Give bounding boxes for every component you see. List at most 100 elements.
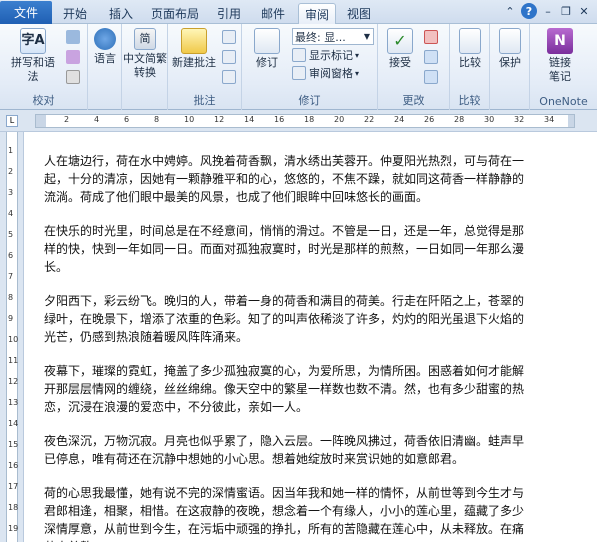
ruler-number: 28: [454, 115, 465, 124]
ruler-number: 6: [124, 115, 130, 124]
minimize-ribbon-icon[interactable]: ⌃: [502, 3, 518, 19]
close-icon[interactable]: ✕: [576, 3, 592, 19]
vertical-ruler-number: 9: [8, 314, 14, 323]
tab-file[interactable]: 文件: [0, 1, 52, 24]
ruler-number: 10: [184, 115, 195, 124]
vertical-ruler-number: 13: [8, 398, 19, 407]
text-line: 夜色深沉，万物沉寂。月亮也似乎累了，隐入云层。一阵晚风拂过，荷香依旧清幽。蛙声早: [44, 434, 525, 448]
vertical-ruler-number: 19: [8, 524, 19, 533]
text-line: 样的快，快到一年如同一日。而面对孤独寂寞时，时光是那样的煎熬，一日如同一年那么漫: [44, 242, 525, 256]
ruler-number: 4: [94, 115, 100, 124]
show-markup-icon: [292, 48, 306, 62]
chevron-down-icon: ▼: [363, 32, 370, 41]
text-line: 荷的心思我最懂，她有说不完的深情蜜语。因当年我和她一样的情怀，从前世等到今生才与: [44, 486, 525, 500]
track-changes-icon: [254, 28, 280, 54]
text-line: 绿叶，在晚景下，增添了浓重的色彩。知了的叫声依稀淡了许多，灼灼的阳光虽退下火焰的: [44, 312, 525, 326]
tab-references[interactable]: 引用: [212, 3, 246, 24]
tab-review[interactable]: 审阅: [298, 3, 336, 24]
help-icon[interactable]: ?: [521, 3, 537, 19]
display-for-review-value: 最终: 显...: [295, 30, 346, 44]
tab-page-layout[interactable]: 页面布局: [148, 3, 202, 24]
protect-button[interactable]: 保护: [492, 28, 528, 70]
word-count-icon[interactable]: [66, 70, 80, 84]
spelling-icon: 字A: [20, 28, 46, 54]
tab-home[interactable]: 开始: [58, 3, 92, 24]
protect-icon: [499, 28, 521, 54]
previous-change-icon[interactable]: [424, 50, 438, 64]
ruler-number: 30: [484, 115, 495, 124]
reject-icon[interactable]: [424, 30, 438, 44]
compare-button[interactable]: 比较: [452, 28, 488, 70]
paragraph: 夕阳西下，彩云纷飞。晚归的人，带着一身的荷香和满目的荷美。行走在阡陌之上，苍翠的…: [44, 292, 544, 346]
thesaurus-icon[interactable]: [66, 50, 80, 64]
horizontal-ruler-area: L 2 4 6 8 10 12 14 16 18 20 22 24 26 28 30 32 34: [0, 110, 597, 132]
paragraph: 夜色深沉，万物沉寂。月亮也似乎累了，隐入云层。一阵晚风拂过，荷香依旧清幽。蛙声早…: [44, 432, 544, 468]
ribbon-tab-bar: 文件 开始 插入 页面布局 引用 邮件 审阅 视图 ⌃ ? – ❐ ✕: [0, 0, 597, 24]
vertical-ruler-number: 15: [8, 440, 19, 449]
minimize-icon[interactable]: –: [540, 3, 556, 19]
next-change-icon[interactable]: [424, 70, 438, 84]
chinese-conversion-icon: 简: [134, 28, 156, 50]
language-button[interactable]: 语言: [90, 28, 120, 66]
accept-button[interactable]: ✓ 接受: [380, 28, 420, 70]
vertical-ruler-number: 11: [8, 356, 19, 365]
vertical-ruler-number: 6: [8, 251, 14, 260]
accept-label: 接受: [389, 56, 411, 69]
vertical-ruler-number: 3: [8, 188, 14, 197]
show-markup-button[interactable]: 显示标记 ▾: [292, 47, 359, 63]
research-icon[interactable]: [66, 30, 80, 44]
track-changes-label: 修订: [256, 56, 278, 69]
ruler-number: 2: [64, 115, 70, 124]
ruler-number: 12: [214, 115, 225, 124]
ruler-number: 22: [364, 115, 375, 124]
text-line: 夕阳西下，彩云纷飞。晚归的人，带着一身的荷香和满目的荷美。行走在阡陌之上，苍翠的: [44, 294, 525, 308]
horizontal-ruler[interactable]: 2 4 6 8 10 12 14 16 18 20 22 24 26 28 30 32 34: [35, 114, 575, 128]
text-line: 光芒，仍感到热浪随着暖风阵阵涌来。: [44, 330, 249, 344]
chinese-conversion-label-2: 转换: [134, 66, 156, 79]
ruler-number: 24: [394, 115, 405, 124]
tab-insert[interactable]: 插入: [104, 3, 138, 24]
previous-comment-icon[interactable]: [222, 50, 236, 64]
new-comment-button[interactable]: 新建批注: [170, 28, 218, 70]
linked-notes-button[interactable]: N 链接 笔记: [538, 28, 582, 84]
group-changes: ✓ 接受 更改: [378, 24, 450, 110]
tab-view[interactable]: 视图: [342, 3, 376, 24]
language-label: 语言: [94, 52, 116, 65]
track-changes-button[interactable]: 修订: [246, 28, 288, 70]
ruler-number: 16: [274, 115, 285, 124]
vertical-ruler-number: 14: [8, 419, 19, 428]
tab-mailings[interactable]: 邮件: [256, 3, 290, 24]
show-markup-label: 显示标记: [309, 49, 353, 62]
tab-selector-icon[interactable]: L: [6, 115, 18, 127]
ruler-number: 26: [424, 115, 435, 124]
tracking-group-label: 修订: [298, 94, 321, 107]
document-page[interactable]: 人在塘边行，荷在水中娉婷。风挽着荷香飘，清水绣出芙蓉开。仲夏阳光热烈，可与荷在一…: [24, 132, 597, 542]
chevron-down-icon: ▾: [355, 50, 360, 60]
accept-icon: ✓: [387, 28, 413, 54]
restore-icon[interactable]: ❐: [558, 3, 574, 19]
text-line: 深情厚意，从前世到今生，在污垢中顽强的挣扎，所有的苦隐藏在莲心中，从未释放。在痛: [44, 522, 525, 536]
delete-comment-icon[interactable]: [222, 30, 236, 44]
display-for-review-dropdown[interactable]: 最终: 显... ▼: [292, 28, 374, 45]
onenote-icon: N: [547, 28, 573, 54]
group-compare: 比较 比较: [450, 24, 490, 110]
ruler-number: 32: [514, 115, 525, 124]
reviewing-pane-button[interactable]: 审阅窗格 ▾: [292, 65, 359, 81]
spelling-label: 拼写和语法: [11, 56, 55, 83]
changes-group-label: 更改: [402, 94, 425, 107]
spelling-grammar-button[interactable]: 字A 拼写和语法: [6, 28, 60, 84]
chinese-conversion-button[interactable]: 简 中文简繁 转换: [122, 28, 168, 80]
chinese-conversion-label-1: 中文简繁: [123, 52, 167, 65]
vertical-ruler-number: 17: [8, 482, 19, 491]
ruler-number: 14: [244, 115, 255, 124]
vertical-ruler-number: 8: [8, 293, 14, 302]
text-line: 恋，沉浸在浪漫的爱恋中，不分彼此，亲如一人。: [44, 400, 309, 414]
vertical-ruler[interactable]: 1 2 3 4 5 6 7 8 9 10 11 12 13 14 15 16 17 18 19: [6, 132, 18, 542]
linked-notes-label-2: 笔记: [549, 70, 571, 83]
comments-group-label: 批注: [193, 94, 216, 107]
next-comment-icon[interactable]: [222, 70, 236, 84]
vertical-ruler-area: 1 2 3 4 5 6 7 8 9 10 11 12 13 14 15 16 17 18 19: [0, 132, 24, 542]
vertical-ruler-number: 10: [8, 335, 19, 344]
chevron-down-icon: ▾: [355, 68, 360, 78]
vertical-ruler-number: 16: [8, 461, 19, 470]
